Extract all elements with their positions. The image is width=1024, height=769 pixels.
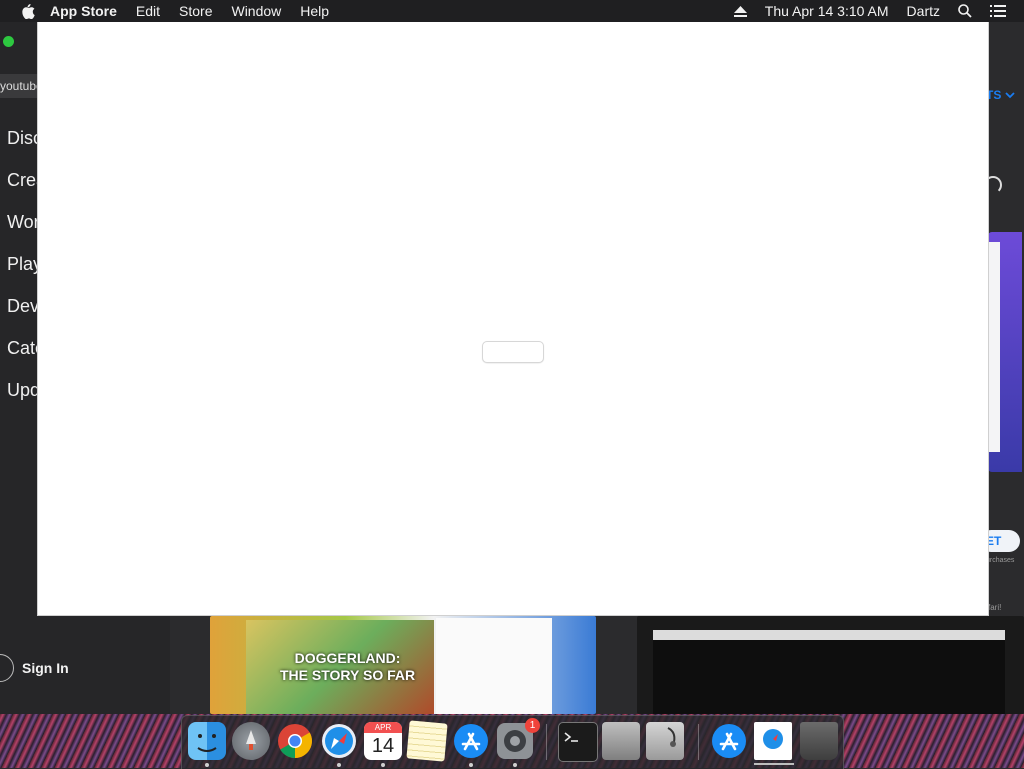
spotlight-search-icon[interactable]	[958, 4, 972, 18]
menu-bar: App Store Edit Store Window Help Thu Apr…	[0, 0, 1024, 22]
system-preferences-icon[interactable]: 1	[496, 718, 540, 760]
menu-window[interactable]: Window	[231, 3, 281, 19]
user-name[interactable]: Dartz	[907, 3, 940, 19]
notes-icon[interactable]	[406, 720, 448, 762]
download-progress-bar	[754, 763, 794, 765]
sidebar-item-discover[interactable]: Disc	[7, 128, 42, 149]
menu-app-store[interactable]: App Store	[50, 3, 117, 19]
preview-screenshot-netflix[interactable]	[637, 616, 1024, 714]
video-list-thumbnail	[436, 618, 552, 714]
blank-sheet-dialog	[38, 22, 988, 615]
in-app-purchases-label: urchases	[986, 557, 1015, 564]
get-button-label: ET	[986, 534, 1002, 548]
app-store-icon[interactable]	[452, 722, 490, 760]
dock-separator-2	[698, 724, 699, 760]
clock[interactable]: Thu Apr 14 3:10 AM	[765, 3, 889, 19]
sign-in-button[interactable]: Sign In	[0, 654, 69, 682]
disk-utility-icon[interactable]	[646, 722, 684, 760]
finder-running-dot	[205, 763, 209, 767]
safari-caption: fari!	[988, 603, 1002, 612]
menu-help[interactable]: Help	[300, 3, 329, 19]
sidebar-item-play[interactable]: Play	[7, 254, 42, 275]
dialog-button[interactable]	[482, 341, 544, 363]
featured-banner[interactable]	[988, 232, 1022, 472]
sidebar-item-work[interactable]: Wor	[7, 212, 40, 233]
notification-badge: 1	[525, 718, 540, 733]
control-center-icon[interactable]	[990, 5, 1006, 17]
chevron-down-icon	[1005, 88, 1015, 102]
menu-store[interactable]: Store	[179, 3, 212, 19]
dock-separator	[546, 724, 547, 760]
window-zoom-button[interactable]	[3, 36, 14, 47]
boot-camp-icon[interactable]	[602, 722, 640, 760]
results-dropdown[interactable]: TS	[986, 88, 1015, 102]
calendar-day: 14	[371, 735, 395, 757]
preview-screenshot-youtube[interactable]: DOGGERLAND: THE STORY SO FAR	[210, 616, 596, 714]
app-store-download-icon[interactable]	[710, 722, 748, 760]
calendar-running-dot	[381, 763, 385, 767]
chrome-icon[interactable]	[276, 722, 314, 760]
sidebar-item-develop[interactable]: Dev	[7, 296, 39, 317]
sign-in-label: Sign In	[22, 660, 69, 676]
downloads-icon[interactable]	[754, 722, 792, 760]
calendar-month: APR	[364, 722, 402, 733]
eject-icon[interactable]	[733, 5, 747, 17]
preview-caption-line2: THE STORY SO FAR	[280, 667, 416, 683]
calendar-icon[interactable]: APR 14	[364, 722, 402, 760]
featured-banner-image	[988, 242, 1000, 452]
apple-menu-icon[interactable]	[20, 3, 36, 19]
menu-edit[interactable]: Edit	[136, 3, 160, 19]
dock: APR 14 1	[181, 715, 844, 769]
launchpad-icon[interactable]	[232, 722, 270, 760]
safari-running-dot	[337, 763, 341, 767]
terminal-icon[interactable]	[558, 722, 598, 762]
trash-icon[interactable]	[800, 722, 838, 760]
safari-icon[interactable]	[320, 722, 358, 760]
preview-caption-line1: DOGGERLAND:	[294, 650, 401, 666]
app-store-running-dot	[469, 763, 473, 767]
finder-icon[interactable]	[188, 722, 226, 760]
netflix-thumbnail	[653, 630, 1005, 714]
results-dropdown-label: TS	[986, 88, 1002, 102]
sidebar-item-updates[interactable]: Upd	[7, 380, 40, 401]
system-preferences-running-dot	[513, 763, 517, 767]
avatar-icon	[0, 654, 14, 682]
main-content-edge: TS ET urchases fari!	[980, 22, 1024, 714]
